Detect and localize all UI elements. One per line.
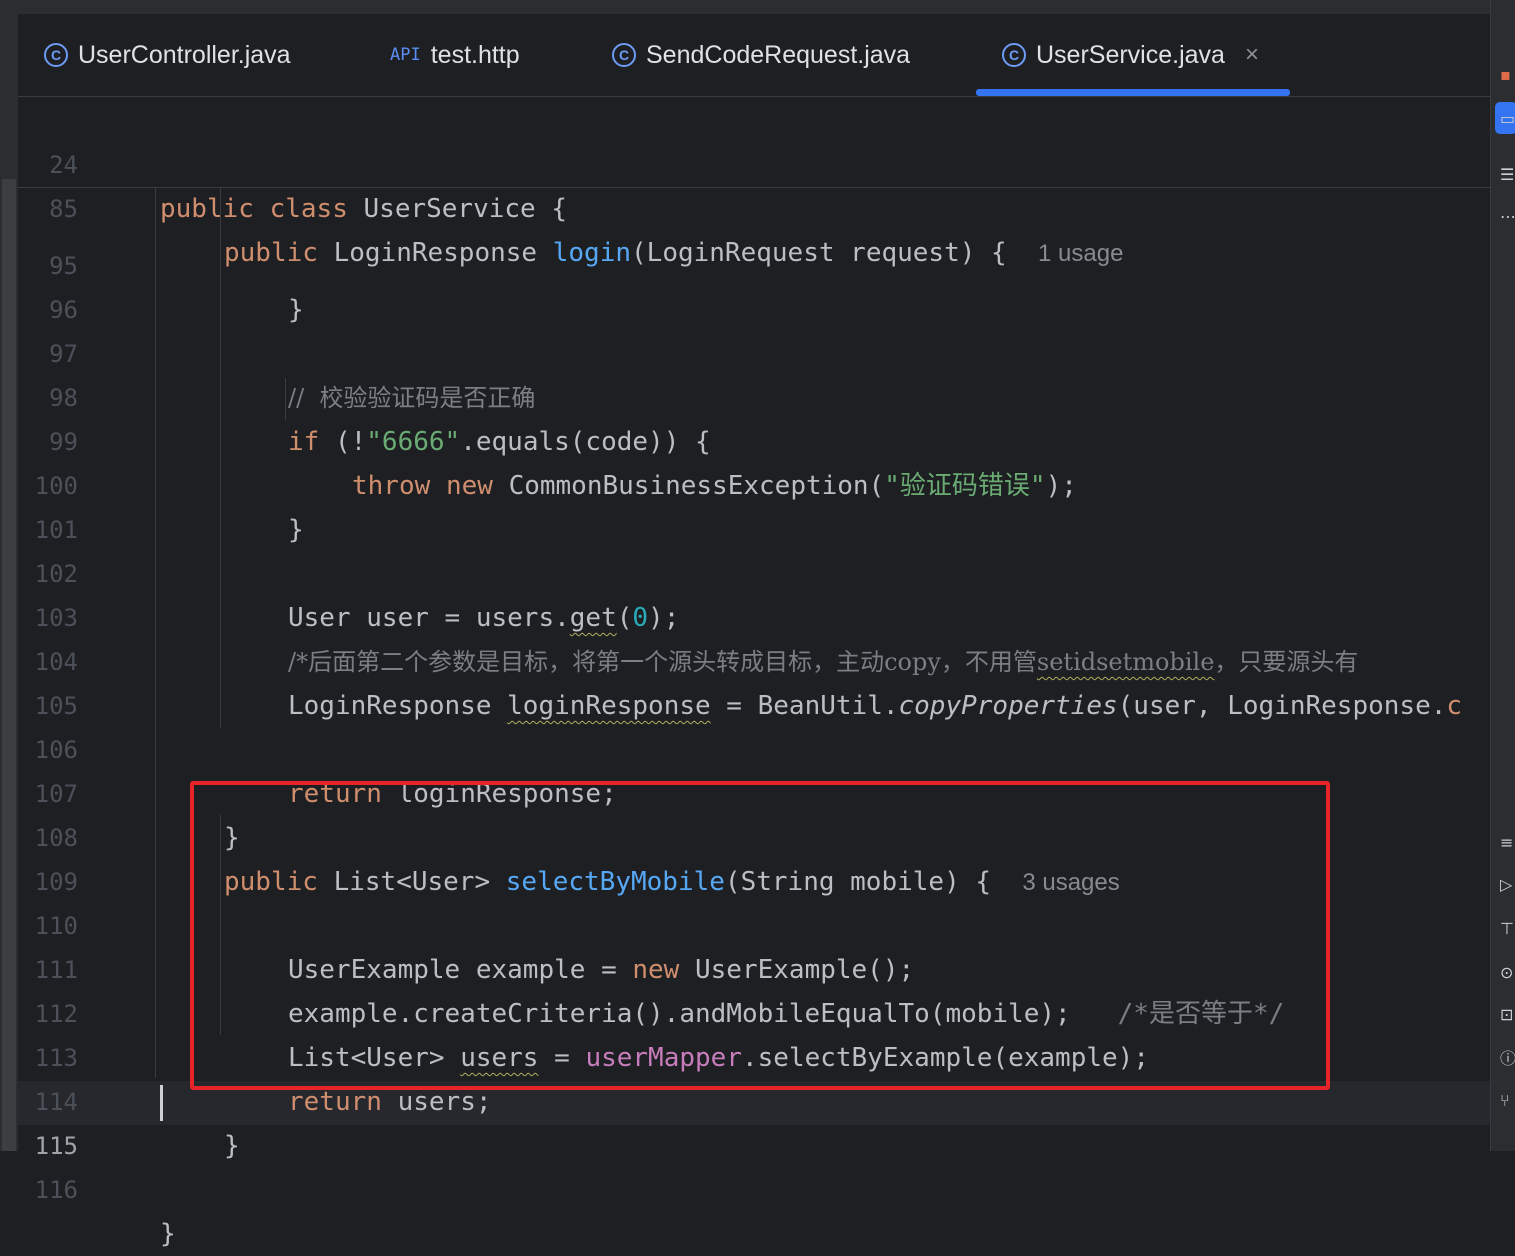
- tab-send-code-request[interactable]: C SendCodeRequest.java: [612, 14, 910, 96]
- terminal-icon[interactable]: ⊡: [1500, 1006, 1515, 1024]
- build-icon[interactable]: ⊤: [1500, 920, 1515, 938]
- red-annotation-box: [190, 781, 1330, 1090]
- tab-user-service[interactable]: C UserService.java ×: [1002, 14, 1259, 96]
- services-icon[interactable]: ⊙: [1500, 964, 1515, 982]
- git-icon[interactable]: ⑂: [1500, 1092, 1515, 1110]
- code-line[interactable]: 116 }: [18, 1124, 1490, 1249]
- run-icon[interactable]: ▷: [1500, 876, 1515, 894]
- code-line[interactable]: 101: [18, 464, 1490, 544]
- api-icon: API: [390, 45, 421, 65]
- code-line[interactable]: 99 throw new CommonBusinessException("验证…: [18, 376, 1490, 501]
- code-line[interactable]: 97 // 校验验证码是否正确: [18, 288, 1490, 412]
- text-caret: [160, 1085, 163, 1121]
- close-icon[interactable]: ×: [1245, 41, 1259, 69]
- code-line[interactable]: 102 User user = users.get(0);: [18, 508, 1490, 633]
- tab-test-http[interactable]: API test.http: [390, 14, 520, 96]
- class-icon: C: [612, 43, 636, 67]
- code-line[interactable]: 104 LoginResponse loginResponse = BeanUt…: [18, 596, 1490, 721]
- tab-label: test.http: [430, 40, 520, 69]
- more-icon[interactable]: ⋯: [1500, 208, 1515, 226]
- tab-label: SendCodeRequest.java: [646, 40, 911, 69]
- database-icon[interactable]: ≡: [1500, 834, 1515, 852]
- tab-label: UserController.java: [78, 40, 291, 69]
- left-gutter-scroll[interactable]: [0, 14, 18, 1151]
- sticky-scope-header: 24 public class UserService { 85 public …: [18, 97, 1490, 268]
- code-line[interactable]: 107 }: [18, 728, 1490, 853]
- code-line[interactable]: 85 public LoginResponse login(LoginReque…: [18, 143, 1490, 268]
- editor-tab-bar: C UserController.java API test.http C Se…: [18, 14, 1490, 97]
- active-tab-indicator: [976, 89, 1290, 96]
- tab-user-controller[interactable]: C UserController.java: [44, 14, 291, 96]
- class-icon: C: [44, 43, 68, 67]
- code-line[interactable]: 105: [18, 640, 1490, 720]
- line-number: 116: [34, 1176, 78, 1204]
- code-line[interactable]: 100 }: [18, 420, 1490, 545]
- project-icon[interactable]: ▭: [1500, 110, 1515, 128]
- code-line[interactable]: 98 if (!"6666".equals(code)) {: [18, 332, 1490, 457]
- code-line[interactable]: 95 }: [18, 200, 1490, 325]
- tab-label: UserService.java: [1036, 40, 1225, 69]
- window-top-strip: [0, 0, 1490, 14]
- brace: }: [160, 1219, 176, 1249]
- notifications-icon[interactable]: ▪: [1500, 66, 1515, 84]
- scroll-thumb[interactable]: [2, 179, 16, 1151]
- code-line[interactable]: 96: [18, 244, 1490, 324]
- problems-icon[interactable]: ⓘ: [1500, 1050, 1515, 1068]
- code-line[interactable]: 106 return loginResponse;: [18, 684, 1490, 809]
- code-line[interactable]: 103 /*后面第二个参数是目标，将第一个源头转成目标，主动copy，不用管se…: [18, 552, 1490, 676]
- class-icon: C: [1002, 43, 1026, 67]
- code-line[interactable]: 24 public class UserService {: [18, 99, 1490, 224]
- structure-icon[interactable]: ☰: [1500, 166, 1515, 184]
